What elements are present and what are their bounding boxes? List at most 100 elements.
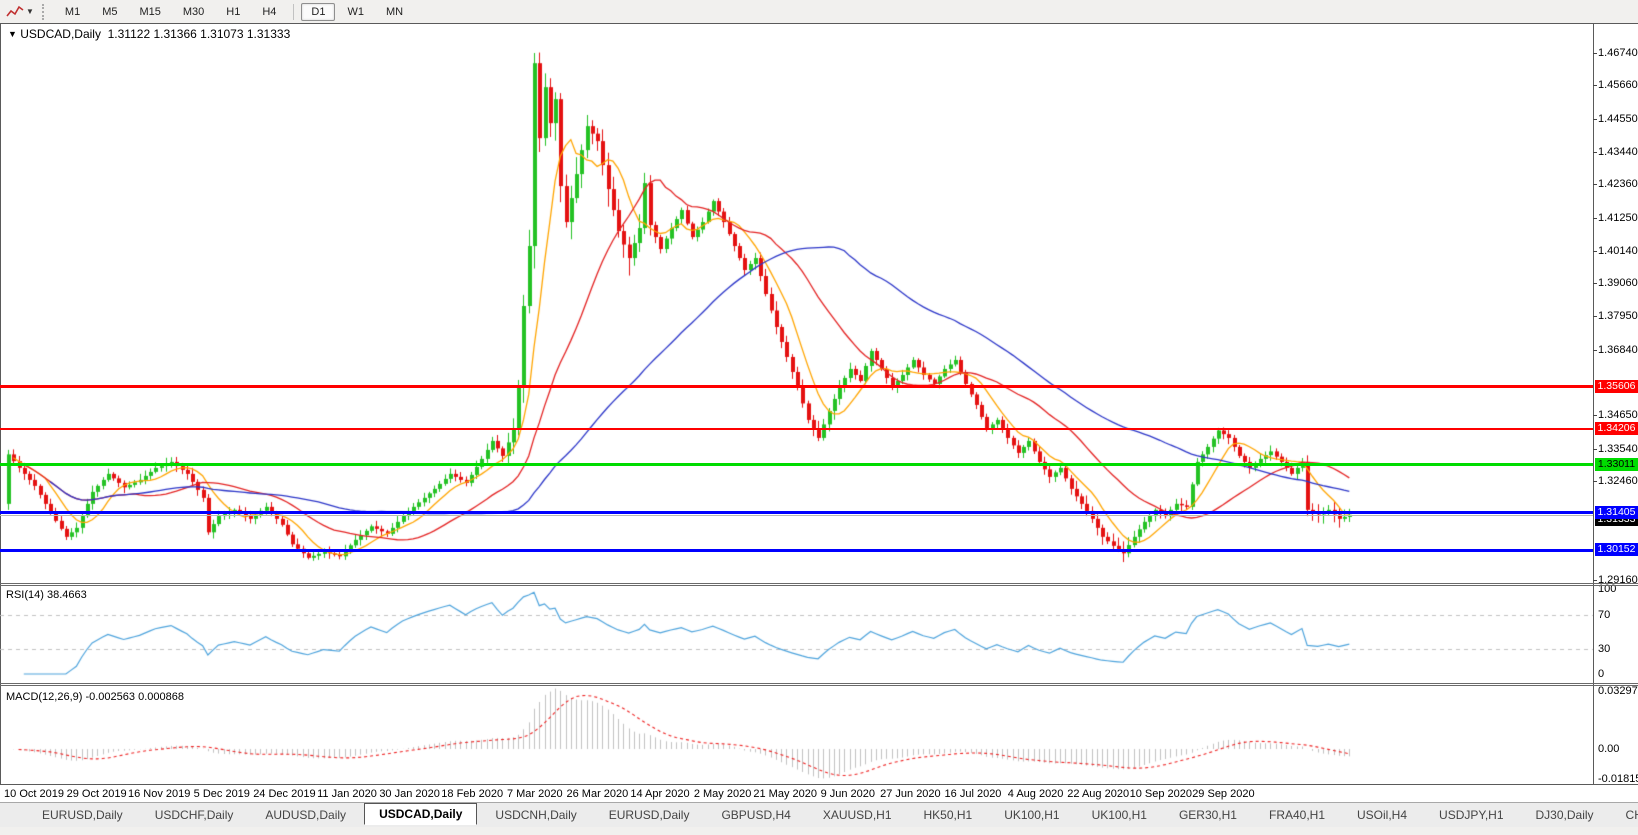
tick-mark — [1593, 152, 1597, 153]
chart-tab-ger30-h1[interactable]: GER30,H1 — [1165, 805, 1251, 825]
price-axis-tick: 1.45660 — [1598, 79, 1638, 91]
price-level-badge: 1.35606 — [1595, 380, 1638, 393]
date-axis-label: 5 Dec 2019 — [186, 788, 258, 800]
date-axis-label: 21 May 2020 — [749, 788, 821, 800]
price-axis-tick: 1.46740 — [1598, 47, 1638, 59]
chart-tab-audusd-daily[interactable]: AUDUSD,Daily — [251, 805, 360, 825]
date-axis-label: 14 Apr 2020 — [624, 788, 696, 800]
date-axis-label: 24 Dec 2019 — [248, 788, 320, 800]
chart-tab-xauusd-h1[interactable]: XAUUSD,H1 — [809, 805, 906, 825]
current-price-line — [0, 515, 1593, 516]
mt4-terminal: { "toolbar": { "timeframes": ["M1","M5",… — [0, 0, 1638, 835]
pane-separator[interactable] — [0, 583, 1638, 584]
price-axis-tick: 1.32460 — [1598, 475, 1638, 487]
macd-label: MACD(12,26,9) -0.002563 0.000868 — [6, 691, 184, 703]
timeframe-button-m15[interactable]: M15 — [129, 3, 170, 21]
chart-tab-bar: EURUSD,DailyUSDCHF,DailyAUDUSD,DailyUSDC… — [0, 802, 1638, 827]
tick-mark — [1593, 316, 1597, 317]
indicators-dropdown-caret-icon[interactable]: ▼ — [26, 7, 34, 16]
price-axis-tick: 1.41250 — [1598, 212, 1638, 224]
price-axis-tick: 1.39060 — [1598, 277, 1638, 289]
date-axis-label: 22 Aug 2020 — [1062, 788, 1134, 800]
date-axis-label: 2 May 2020 — [687, 788, 759, 800]
price-level-line[interactable] — [0, 549, 1593, 552]
tick-mark — [1593, 580, 1597, 581]
date-axis-label: 18 Feb 2020 — [436, 788, 508, 800]
tick-mark — [1593, 350, 1597, 351]
price-level-badge: 1.31405 — [1595, 506, 1638, 519]
chart-tab-usoil-h4[interactable]: USOil,H4 — [1343, 805, 1421, 825]
price-level-badge: 1.34206 — [1595, 422, 1638, 435]
date-axis-line — [0, 784, 1638, 785]
timeframe-button-d1[interactable]: D1 — [301, 3, 335, 21]
price-level-badge: 1.33011 — [1595, 458, 1638, 471]
tick-mark — [1593, 184, 1597, 185]
price-level-line[interactable] — [0, 511, 1593, 514]
timeframe-button-m30[interactable]: M30 — [173, 3, 214, 21]
price-axis-tick: 1.34650 — [1598, 409, 1638, 421]
macd-axis-label: 0.032972 — [1598, 685, 1638, 697]
tick-mark — [1593, 251, 1597, 252]
price-chart-canvas[interactable] — [0, 24, 1593, 784]
chart-tab-fra40-h1[interactable]: FRA40,H1 — [1255, 805, 1339, 825]
price-level-badge: 1.30152 — [1595, 543, 1638, 556]
price-level-line[interactable] — [0, 385, 1593, 388]
date-axis-label: 30 Jan 2020 — [374, 788, 446, 800]
date-axis-label: 26 Mar 2020 — [561, 788, 633, 800]
date-axis-label: 29 Oct 2019 — [61, 788, 133, 800]
date-axis-label: 10 Oct 2019 — [0, 788, 70, 800]
date-axis-label: 16 Jul 2020 — [937, 788, 1009, 800]
timeframe-button-w1[interactable]: W1 — [337, 3, 374, 21]
toolbar-separator — [293, 4, 294, 20]
date-axis-label: 11 Jan 2020 — [311, 788, 383, 800]
chart-tab-gbpusd-h4[interactable]: GBPUSD,H4 — [707, 805, 804, 825]
price-axis-tick: 1.40140 — [1598, 245, 1638, 257]
timeframe-button-m1[interactable]: M1 — [55, 3, 90, 21]
chart-tab-uk100-h1[interactable]: UK100,H1 — [990, 805, 1073, 825]
date-axis-label: 27 Jun 2020 — [874, 788, 946, 800]
price-level-line[interactable] — [0, 463, 1593, 466]
tick-mark — [1593, 85, 1597, 86]
rsi-axis-label: 0 — [1598, 668, 1604, 680]
rsi-label: RSI(14) 38.4663 — [6, 589, 87, 601]
chart-tab-usdjpy-h1[interactable]: USDJPY,H1 — [1425, 805, 1517, 825]
pane-separator[interactable] — [0, 683, 1638, 684]
price-axis-tick: 1.37950 — [1598, 310, 1638, 322]
tick-mark — [1593, 283, 1597, 284]
date-axis-label: 7 Mar 2020 — [499, 788, 571, 800]
tick-mark — [1593, 481, 1597, 482]
price-axis-tick: 1.43440 — [1598, 146, 1638, 158]
date-axis-label: 4 Aug 2020 — [1000, 788, 1072, 800]
date-axis-label: 9 Jun 2020 — [812, 788, 884, 800]
tick-mark — [1593, 53, 1597, 54]
chart-tab-usdcad-daily[interactable]: USDCAD,Daily — [364, 803, 477, 825]
price-axis-border — [1593, 23, 1594, 784]
timeframe-toolbar: ▼ M1M5M15M30H1H4 D1W1MN — [0, 0, 1638, 24]
rsi-axis-label: 30 — [1598, 643, 1610, 655]
macd-axis-label: -0.018154 — [1598, 773, 1638, 785]
chart-tab-dj30-daily[interactable]: DJ30,Daily — [1522, 805, 1608, 825]
timeframe-button-mn[interactable]: MN — [376, 3, 413, 21]
rsi-axis-label: 70 — [1598, 609, 1610, 621]
timeframe-button-h4[interactable]: H4 — [252, 3, 286, 21]
chart-tab-eurusd-daily[interactable]: EURUSD,Daily — [595, 805, 704, 825]
price-axis-tick: 1.33540 — [1598, 443, 1638, 455]
price-axis-tick: 1.44550 — [1598, 113, 1638, 125]
chart-tab-china300-h1[interactable]: CHINA300,H1 — [1612, 805, 1638, 825]
chart-tab-usdcnh-daily[interactable]: USDCNH,Daily — [481, 805, 590, 825]
price-level-line[interactable] — [0, 428, 1593, 430]
pane-separator — [0, 585, 1638, 586]
chart-tab-uk100-h1[interactable]: UK100,H1 — [1078, 805, 1161, 825]
macd-axis-label: 0.00 — [1598, 743, 1619, 755]
chart-tab-usdchf-daily[interactable]: USDCHF,Daily — [141, 805, 248, 825]
date-axis-label: 10 Sep 2020 — [1125, 788, 1197, 800]
price-axis-tick: 1.36840 — [1598, 344, 1638, 356]
timeframe-button-m5[interactable]: M5 — [92, 3, 127, 21]
indicators-icon[interactable] — [6, 5, 24, 19]
chart-tab-eurusd-daily[interactable]: EURUSD,Daily — [28, 805, 137, 825]
tick-mark — [1593, 218, 1597, 219]
chart-tab-hk50-h1[interactable]: HK50,H1 — [910, 805, 987, 825]
toolbar-grip[interactable] — [42, 4, 47, 20]
timeframe-button-h1[interactable]: H1 — [216, 3, 250, 21]
tick-mark — [1593, 415, 1597, 416]
